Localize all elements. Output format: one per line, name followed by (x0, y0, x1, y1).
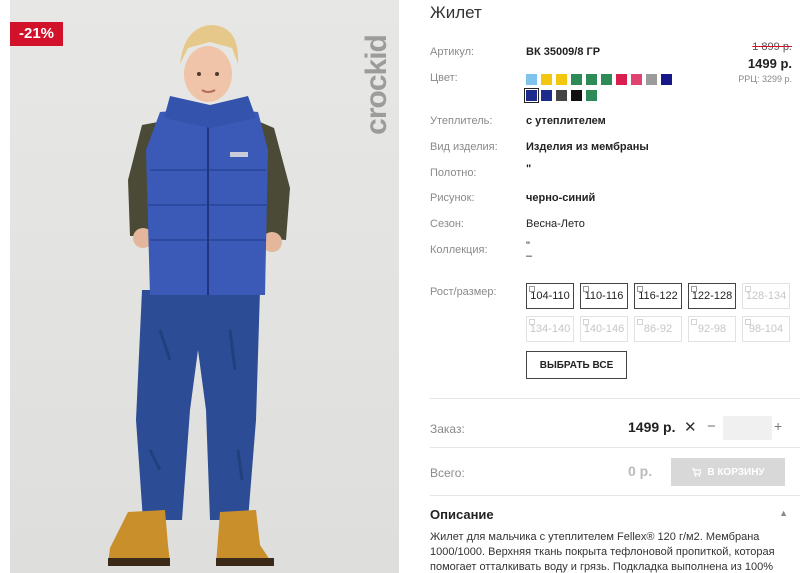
color-swatch[interactable] (541, 90, 552, 101)
color-swatch[interactable] (601, 74, 612, 85)
size-option-label: 122-128 (691, 290, 733, 302)
order-price: 1499 р. (628, 419, 676, 435)
season-label: Сезон: (430, 218, 464, 230)
article-value: ВК 35009/8 ГР (526, 46, 601, 58)
color-swatch[interactable] (556, 74, 567, 85)
color-swatch[interactable] (661, 74, 672, 85)
size-option-label: 110-116 (584, 290, 624, 302)
size-option-label: 140-146 (583, 323, 625, 335)
color-swatch[interactable] (646, 74, 657, 85)
product-type-value: Изделия из мембраны (526, 141, 649, 153)
checkbox-icon (529, 319, 535, 325)
checkbox-icon (583, 319, 589, 325)
insulation-value: с утеплителем (526, 115, 606, 127)
color-swatch[interactable] (586, 90, 597, 101)
checkbox-icon (529, 286, 535, 292)
size-option-label: 92-98 (697, 323, 727, 335)
description-title[interactable]: Описание (430, 507, 494, 522)
divider (430, 398, 800, 399)
size-option[interactable]: 122-128 (688, 283, 736, 309)
size-option-label: 116-122 (638, 290, 678, 302)
divider (430, 495, 800, 496)
product-photo[interactable]: crockid (10, 0, 399, 573)
color-swatch[interactable] (571, 90, 582, 101)
current-price: 1499 р. (747, 56, 792, 71)
checkbox-icon (637, 286, 643, 292)
add-to-cart-label: В КОРЗИНУ (707, 466, 765, 478)
decrement-button[interactable]: − (707, 418, 716, 435)
size-option[interactable]: 86-92 (634, 316, 682, 342)
season-value: Весна-Лето (526, 218, 585, 230)
color-swatch[interactable] (631, 74, 642, 85)
pattern-label: Рисунок: (430, 192, 475, 204)
size-option-label: 86-92 (643, 323, 673, 335)
size-option-label: 128-134 (745, 290, 787, 302)
cart-icon (692, 468, 702, 477)
quantity-input[interactable] (723, 416, 772, 440)
product-details-panel: Жилет Артикул: ВК 35009/8 ГР 1 899 р. 14… (413, 0, 800, 573)
increment-button[interactable]: + (774, 418, 782, 434)
checkbox-icon (745, 286, 751, 292)
size-option-label: 98-104 (748, 323, 784, 335)
discount-badge: -21% (10, 22, 63, 46)
pattern-value: черно-синий (526, 192, 596, 204)
product-type-label: Вид изделия: (430, 141, 498, 153)
rrp-price: РРЦ: 3299 р. (738, 74, 792, 84)
color-swatch[interactable] (541, 74, 552, 85)
color-swatch[interactable] (526, 74, 537, 85)
product-title: Жилет (430, 3, 482, 22)
collection-label: Коллекция: (430, 244, 488, 256)
description-text: Жилет для мальчика с утеплителем Fellex®… (430, 531, 775, 573)
checkbox-icon (691, 286, 697, 292)
size-option[interactable]: 110-116 (580, 283, 628, 309)
total-label: Всего: (430, 466, 465, 480)
size-option[interactable]: 98-104 (742, 316, 790, 342)
model-illustration (108, 25, 290, 566)
checkbox-icon (691, 319, 697, 325)
size-option[interactable]: 104-110 (526, 283, 574, 309)
color-swatch[interactable] (571, 74, 582, 85)
size-option-label: 104-110 (530, 290, 570, 302)
fabric-value: " (526, 163, 532, 175)
size-label: Рост/размер: (430, 286, 497, 298)
add-to-cart-button[interactable]: В КОРЗИНУ (671, 458, 785, 486)
brand-logo: crockid (360, 35, 393, 135)
size-option[interactable]: 128-134 (742, 283, 790, 309)
size-option[interactable]: 134-140 (526, 316, 574, 342)
size-option[interactable]: 116-122 (634, 283, 682, 309)
size-option[interactable]: 140-146 (580, 316, 628, 342)
fabric-label: Полотно: (430, 167, 477, 179)
color-swatch[interactable] (616, 74, 627, 85)
color-swatch[interactable] (586, 74, 597, 85)
divider (430, 447, 800, 448)
collection-value-extra: – (526, 250, 533, 262)
article-label: Артикул: (430, 46, 475, 58)
color-swatch[interactable] (556, 90, 567, 101)
size-option[interactable]: 92-98 (688, 316, 736, 342)
checkbox-icon (637, 319, 643, 325)
checkbox-icon (583, 286, 589, 292)
old-price: 1 899 р. (752, 41, 792, 53)
insulation-label: Утеплитель: (430, 115, 493, 127)
color-label: Цвет: (430, 72, 458, 84)
select-all-button[interactable]: ВЫБРАТЬ ВСЕ (526, 351, 627, 379)
checkbox-icon (745, 319, 751, 325)
size-option-label: 134-140 (529, 323, 571, 335)
order-label: Заказ: (430, 422, 465, 436)
color-swatch[interactable] (524, 88, 539, 103)
collapse-arrow-icon[interactable]: ▲ (779, 508, 788, 518)
total-price: 0 р. (628, 463, 653, 479)
remove-icon[interactable]: ✕ (684, 418, 697, 436)
